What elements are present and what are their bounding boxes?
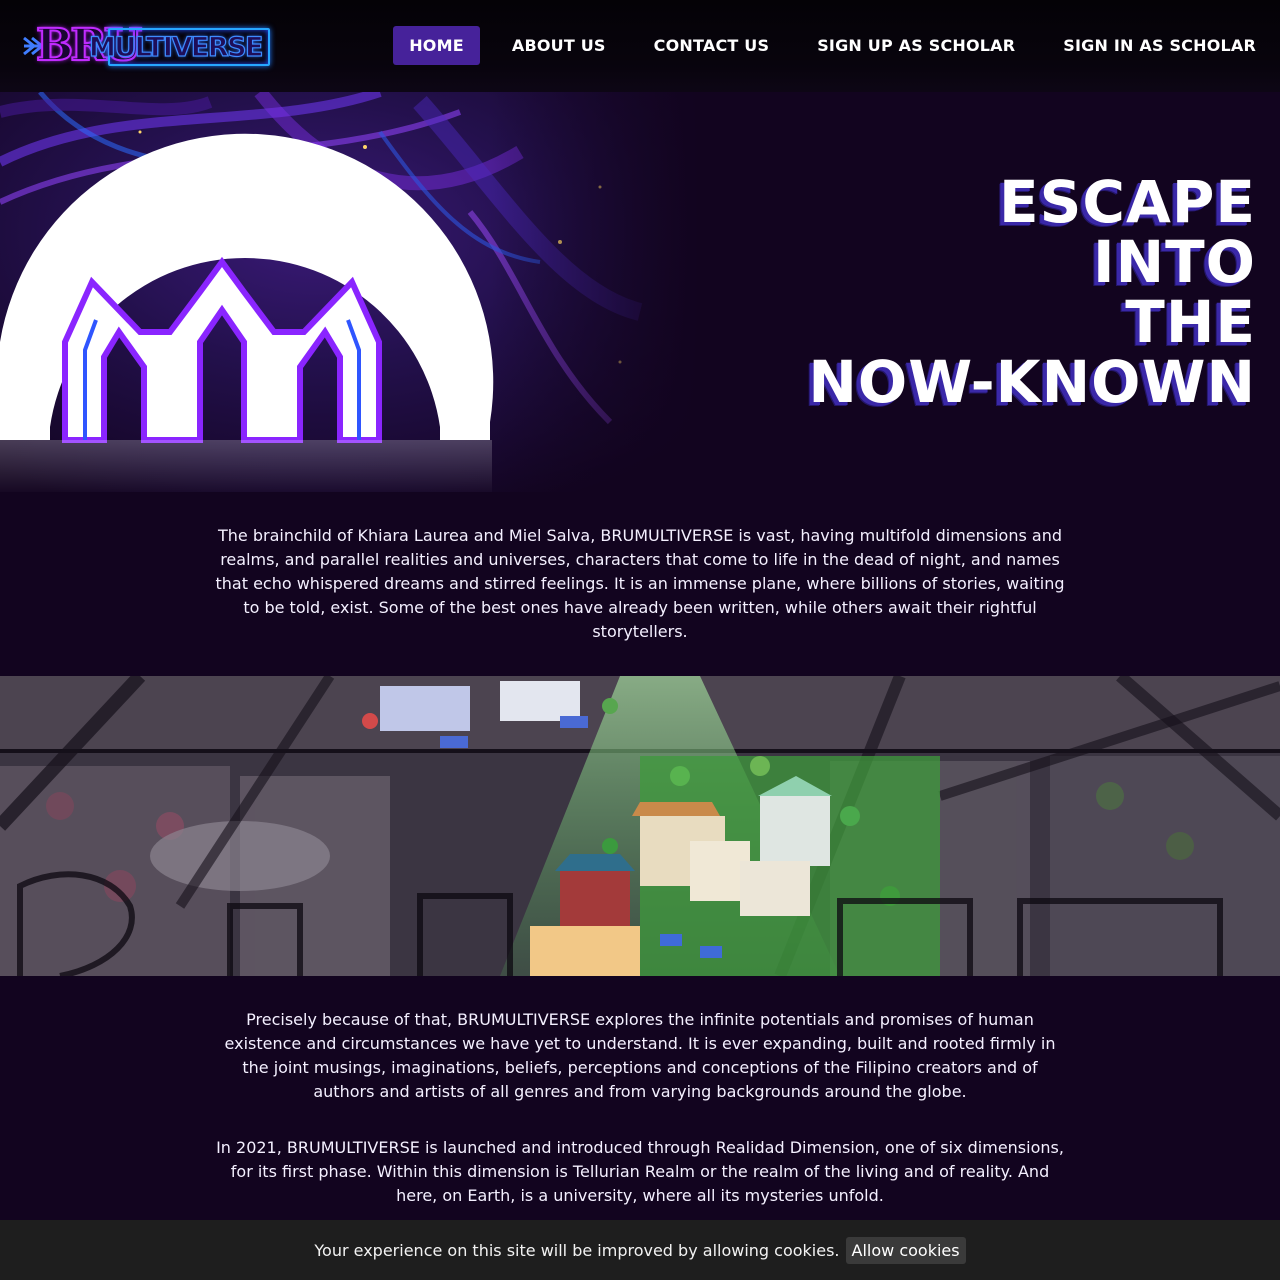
about-section: Precisely because of that, BRUMULTIVERSE… (210, 1008, 1070, 1240)
cookie-banner: Your experience on this site will be imp… (0, 1220, 1280, 1280)
nav-about-link[interactable]: ABOUT US (496, 26, 622, 65)
navbar: BRU MULTIVERSE HOME ABOUT US CONTACT US … (0, 0, 1280, 92)
about-paragraph-2: In 2021, BRUMULTIVERSE is launched and i… (216, 1138, 1064, 1205)
city-banner-art (0, 676, 1280, 976)
intro-paragraph: The brainchild of Khiara Laurea and Miel… (215, 526, 1065, 641)
hero-title-line: INTO (1093, 228, 1256, 296)
nav-signin-link[interactable]: SIGN IN AS SCHOLAR (1047, 26, 1256, 65)
cookie-message: Your experience on this site will be imp… (314, 1240, 840, 1260)
nav-contact-link[interactable]: CONTACT US (638, 26, 786, 65)
main-nav: HOME ABOUT US CONTACT US SIGN UP AS SCHO… (377, 26, 1256, 65)
about-paragraph-1: Precisely because of that, BRUMULTIVERSE… (224, 1010, 1056, 1101)
hero-title-line: NOW-KNOWN (808, 348, 1256, 416)
nav-signup-link[interactable]: SIGN UP AS SCHOLAR (801, 26, 1031, 65)
hero-title-line: ESCAPE (999, 168, 1256, 236)
logo-multiverse-text: MULTIVERSE (88, 28, 270, 66)
university-city-illustration (0, 676, 1280, 976)
brumultiverse-emblem-icon (0, 92, 700, 492)
hero-section: ESCAPE INTO THE NOW-KNOWN (0, 92, 1280, 492)
site-logo[interactable]: BRU MULTIVERSE (22, 19, 272, 72)
nav-home-link[interactable]: HOME (393, 26, 480, 65)
hero-title-line: THE (1125, 288, 1256, 356)
hero-title: ESCAPE INTO THE NOW-KNOWN (808, 172, 1256, 412)
allow-cookies-button[interactable]: Allow cookies (845, 1236, 966, 1264)
